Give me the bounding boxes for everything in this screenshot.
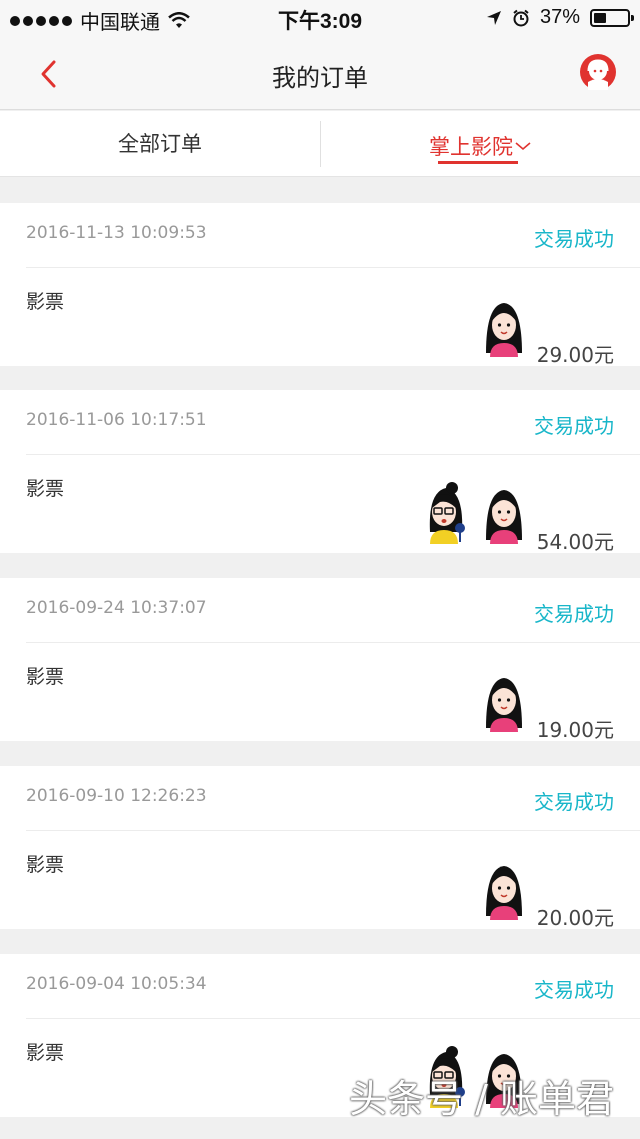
order-date: 2016-09-10 12:26:23 xyxy=(26,786,207,806)
divider xyxy=(26,267,640,268)
tab-cinema[interactable]: 掌上影院 xyxy=(320,111,640,177)
navigation-bar: 我的订单 xyxy=(0,36,640,110)
order-date: 2016-11-13 10:09:53 xyxy=(26,223,207,243)
tab-all-orders-label: 全部订单 xyxy=(118,132,202,156)
order-card[interactable]: 2016-09-10 12:26:23 交易成功 影票 20.00元 xyxy=(0,766,640,930)
order-type: 影票 xyxy=(26,854,65,876)
girl-avatar-icon xyxy=(480,295,528,357)
order-price: 19.00元 xyxy=(536,718,614,742)
order-price: 54.00元 xyxy=(536,530,614,554)
order-status: 交易成功 xyxy=(534,414,614,438)
order-type: 影票 xyxy=(26,478,65,500)
order-price: 20.00元 xyxy=(536,906,614,930)
order-tabs: 全部订单 掌上影院 xyxy=(0,111,640,177)
divider xyxy=(26,454,640,455)
alarm-icon xyxy=(513,9,529,26)
location-arrow-icon xyxy=(486,10,501,25)
divider xyxy=(26,1018,640,1019)
status-bar: 中国联通 下午3:09 37% xyxy=(0,0,640,36)
tab-active-indicator xyxy=(438,161,518,164)
order-card[interactable]: 2016-09-24 10:37:07 交易成功 影票 19.00元 xyxy=(0,578,640,742)
page-title: 我的订单 xyxy=(272,64,368,92)
order-status: 交易成功 xyxy=(534,602,614,626)
chevron-down-icon xyxy=(515,111,531,177)
girl-avatar-icon xyxy=(480,670,528,732)
battery-icon xyxy=(590,8,634,27)
customer-service-button[interactable] xyxy=(578,52,618,92)
tab-cinema-label: 掌上影院 xyxy=(429,135,513,159)
order-card[interactable]: 2016-11-13 10:09:53 交易成功 影票 29.00元 xyxy=(0,203,640,367)
battery-percent: 37% xyxy=(539,6,580,28)
order-type: 影票 xyxy=(26,1042,65,1064)
order-status: 交易成功 xyxy=(534,978,614,1002)
order-price: 29.00元 xyxy=(536,343,614,367)
order-date: 2016-11-06 10:17:51 xyxy=(26,410,207,430)
divider xyxy=(26,642,640,643)
girl-avatar-icon xyxy=(480,482,528,544)
divider xyxy=(26,830,640,831)
glasses-girl-avatar-icon xyxy=(422,482,470,544)
watermark: 头条号 / 账单君 xyxy=(349,1077,614,1121)
tab-all-orders[interactable]: 全部订单 xyxy=(0,111,320,177)
customer-service-icon xyxy=(580,54,616,90)
order-type: 影票 xyxy=(26,666,65,688)
order-type: 影票 xyxy=(26,291,65,313)
order-status: 交易成功 xyxy=(534,790,614,814)
order-date: 2016-09-04 10:05:34 xyxy=(26,974,207,994)
order-status: 交易成功 xyxy=(534,227,614,251)
girl-avatar-icon xyxy=(480,858,528,920)
order-card[interactable]: 2016-11-06 10:17:51 交易成功 影票 54.00元 xyxy=(0,390,640,554)
order-date: 2016-09-24 10:37:07 xyxy=(26,598,207,618)
